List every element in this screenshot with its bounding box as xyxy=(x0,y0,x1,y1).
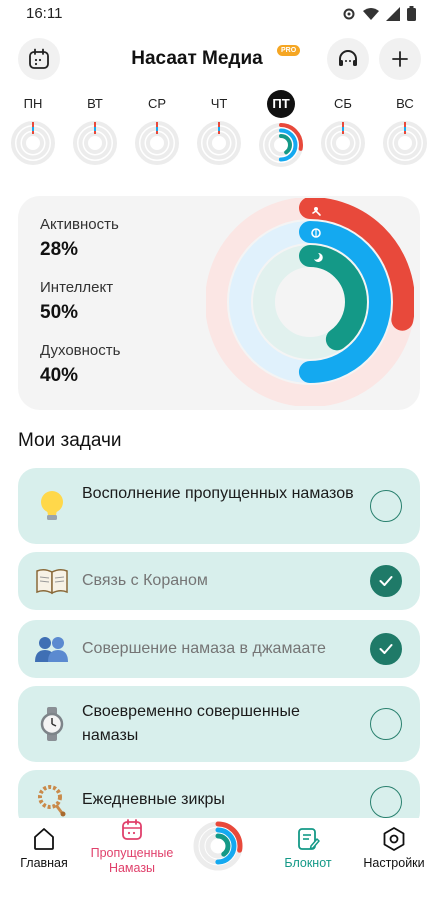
activity-rings-chart xyxy=(206,198,414,406)
task-text: Ежедневные зикры xyxy=(82,791,225,808)
day-ring-icon xyxy=(321,121,365,165)
day-wed[interactable]: СР xyxy=(133,92,181,171)
task-text: Совершение намаза в джамаате xyxy=(82,640,326,657)
stat-label: Интеллект xyxy=(40,279,114,296)
stat-activity: Активность 28% xyxy=(40,216,119,261)
task-checkbox[interactable] xyxy=(370,708,402,740)
day-tue[interactable]: ВТ xyxy=(71,92,119,171)
settings-icon xyxy=(383,827,405,851)
nav-label: Пропущенные Намазы xyxy=(90,846,174,875)
stat-value: 50% xyxy=(40,302,79,323)
status-time: 16:11 xyxy=(26,5,63,22)
nav-activity[interactable] xyxy=(192,820,244,876)
stat-label: Активность xyxy=(40,216,119,233)
day-mon[interactable]: ПН xyxy=(9,92,57,171)
task-text: Своевременно совершенные намазы xyxy=(82,703,300,744)
task-item[interactable]: Связь с Кораном xyxy=(18,552,420,610)
day-ring-icon xyxy=(73,121,117,165)
day-fri[interactable]: ПТ xyxy=(257,90,305,173)
task-item[interactable]: Совершение намаза в джамаате xyxy=(18,620,420,678)
stat-spirituality: Духовность 40% xyxy=(40,342,120,387)
activity-rings-icon xyxy=(193,821,243,871)
checkmark-icon xyxy=(379,644,393,654)
stat-intellect: Интеллект 50% xyxy=(40,279,113,324)
day-sat[interactable]: СБ xyxy=(319,92,367,171)
day-label: СБ xyxy=(334,96,352,111)
nav-label: Настройки xyxy=(363,856,425,870)
task-text: Связь с Кораном xyxy=(82,572,208,589)
task-checkbox-checked[interactable] xyxy=(370,565,402,597)
calendar-missed-icon xyxy=(122,819,142,840)
stat-value: 28% xyxy=(40,239,79,260)
day-ring-icon xyxy=(197,121,241,165)
day-label: ПН xyxy=(23,96,43,111)
day-sun[interactable]: ВС xyxy=(381,92,429,171)
stat-label: Духовность xyxy=(40,342,121,359)
home-icon xyxy=(34,828,54,850)
nav-settings[interactable]: Настройки xyxy=(356,826,432,871)
settings-gear-icon xyxy=(343,8,355,19)
notepad-icon xyxy=(298,828,320,850)
day-ring-icon xyxy=(11,121,55,165)
wifi-icon xyxy=(363,7,379,20)
task-item[interactable]: Восполнение пропущенных намазов xyxy=(18,468,420,544)
day-ring-icon xyxy=(259,123,303,167)
nav-label: Блокнот xyxy=(284,856,332,870)
app-header: Насаат Медиа PRO xyxy=(0,38,438,80)
status-icons xyxy=(342,6,416,21)
task-checkbox[interactable] xyxy=(370,490,402,522)
day-ring-icon xyxy=(383,121,427,165)
support-button[interactable] xyxy=(327,38,369,80)
app-title: Насаат Медиа xyxy=(0,48,438,70)
day-label-active: ПТ xyxy=(267,90,295,118)
nav-label: Главная xyxy=(20,856,68,870)
headset-icon xyxy=(339,50,357,66)
status-bar: 16:11 xyxy=(0,0,438,30)
bottom-nav: Главная Пропущенные Намазы Блокнот Настр… xyxy=(0,818,438,900)
wristwatch-icon xyxy=(34,706,70,742)
task-text: Восполнение пропущенных намазов xyxy=(82,485,354,502)
task-checkbox-checked[interactable] xyxy=(370,633,402,665)
plus-icon xyxy=(392,51,408,67)
day-label: ВС xyxy=(396,96,414,111)
task-item[interactable]: Своевременно совершенные намазы xyxy=(18,686,420,762)
nav-missed-prayers[interactable]: Пропущенные Намазы xyxy=(84,818,180,876)
signal-icon xyxy=(386,6,400,21)
people-icon xyxy=(34,631,70,667)
day-label: ЧТ xyxy=(210,96,228,111)
day-label: СР xyxy=(147,96,167,111)
nav-home[interactable]: Главная xyxy=(8,826,80,871)
app-title-text: Насаат Медиа xyxy=(131,48,263,69)
task-checkbox[interactable] xyxy=(370,786,402,818)
stat-value: 40% xyxy=(40,365,79,386)
nav-notepad[interactable]: Блокнот xyxy=(272,826,344,871)
day-label: ВТ xyxy=(87,96,103,111)
stats-card: Активность 28% Интеллект 50% Духовность … xyxy=(18,196,420,410)
add-button[interactable] xyxy=(379,38,421,80)
checkmark-icon xyxy=(379,576,393,586)
day-ring-icon xyxy=(135,121,179,165)
section-title-tasks: Мои задачи xyxy=(18,430,122,451)
pro-badge: PRO xyxy=(277,45,301,56)
prayer-beads-icon xyxy=(34,782,70,818)
lightbulb-icon xyxy=(34,488,70,524)
week-strip: ПН ВТ СР ЧТ ПТ СБ ВС xyxy=(0,90,438,173)
battery-icon xyxy=(407,6,416,21)
open-book-icon xyxy=(34,563,70,599)
day-thu[interactable]: ЧТ xyxy=(195,92,243,171)
